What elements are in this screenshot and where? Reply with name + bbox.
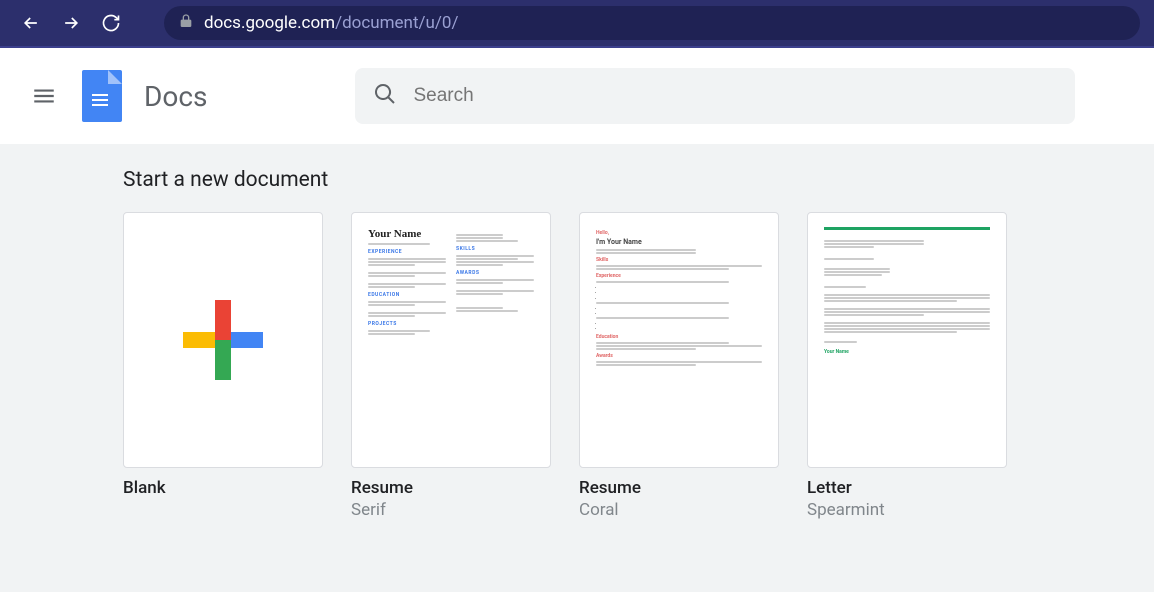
url-domain: docs.google.com <box>204 13 335 33</box>
preview-name: Your Name <box>368 227 446 242</box>
template-title: Blank <box>123 478 323 498</box>
plus-icon <box>183 300 263 380</box>
reload-button[interactable] <box>94 6 128 40</box>
template-thumb-letter-spearmint: Your Name <box>807 212 1007 468</box>
template-subtitle: Spearmint <box>807 500 1007 520</box>
search-icon <box>373 82 397 110</box>
template-subtitle: Serif <box>351 500 551 520</box>
main-menu-button[interactable] <box>24 76 64 116</box>
template-thumb-resume-serif: Your Name experience education <box>351 212 551 468</box>
template-subtitle: Coral <box>579 500 779 520</box>
search-box[interactable] <box>355 68 1075 124</box>
template-title: Letter <box>807 478 1007 498</box>
template-thumb-resume-coral: Hello, I'm Your Name Skills Experience E… <box>579 212 779 468</box>
templates-section: Start a new document Blank <box>0 144 1154 592</box>
template-title: Resume <box>351 478 551 498</box>
address-bar[interactable]: docs.google.com/document/u/0/ <box>164 6 1140 40</box>
template-thumb-blank <box>123 212 323 468</box>
template-letter-spearmint[interactable]: Your Name Letter Spearmint <box>807 212 1007 520</box>
back-button[interactable] <box>14 6 48 40</box>
app-title: Docs <box>144 80 207 113</box>
app-header: Docs <box>0 48 1154 144</box>
forward-button[interactable] <box>54 6 88 40</box>
template-blank[interactable]: Blank <box>123 212 323 520</box>
section-title: Start a new document <box>123 168 1037 192</box>
url-text: docs.google.com/document/u/0/ <box>204 13 458 33</box>
template-resume-serif[interactable]: Your Name experience education <box>351 212 551 520</box>
search-input[interactable] <box>413 85 1057 107</box>
browser-bar: docs.google.com/document/u/0/ <box>0 0 1154 48</box>
template-title: Resume <box>579 478 779 498</box>
lock-icon <box>178 13 194 34</box>
url-path: /document/u/0/ <box>335 13 458 33</box>
template-row: Blank Your Name experience <box>123 212 1037 520</box>
template-resume-coral[interactable]: Hello, I'm Your Name Skills Experience E… <box>579 212 779 520</box>
docs-logo-icon[interactable] <box>82 70 122 122</box>
